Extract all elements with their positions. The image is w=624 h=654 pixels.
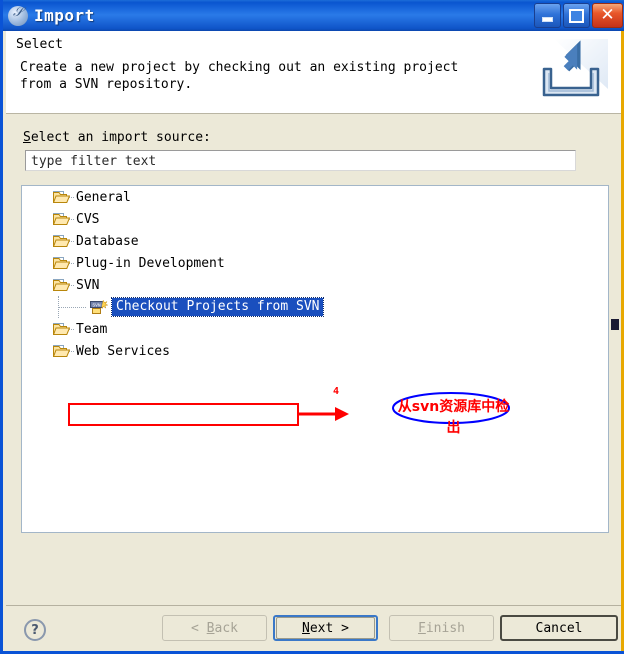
page-title: Select — [16, 37, 63, 52]
eclipse-icon — [8, 5, 28, 26]
minimize-icon — [542, 16, 553, 22]
wizard-footer: ? < Back Next > Finish Cancel — [6, 607, 624, 654]
import-wizard-icon — [534, 39, 608, 105]
wizard-header: Select Create a new project by checking … — [6, 31, 624, 114]
tree-item-cvs[interactable]: +CVS — [22, 208, 608, 230]
tree-item-database[interactable]: +Database — [22, 230, 608, 252]
cancel-button-label: Cancel — [535, 620, 583, 636]
svn-checkout-icon: SVN — [90, 299, 109, 315]
tree-item-plug-in-development[interactable]: +Plug-in Development — [22, 252, 608, 274]
tree-item-label: Plug-in Development — [76, 255, 225, 271]
back-button-label: < Back — [191, 620, 238, 636]
import-source-label-accel: S — [23, 130, 31, 145]
tree-item-checkout-projects-from-svn[interactable]: SVN Checkout Projects from SVN — [22, 296, 608, 318]
back-button[interactable]: < Back — [162, 615, 267, 641]
import-source-tree[interactable]: +General+CVS+Database+Plug-in Developmen… — [21, 185, 609, 533]
folder-icon — [53, 278, 70, 292]
import-dialog: Import ✕ Select Create a new project by … — [0, 0, 624, 654]
folder-icon — [53, 234, 70, 248]
title-bar: Import ✕ — [3, 0, 624, 31]
tree-item-label: Database — [76, 233, 139, 249]
import-source-label-rest: elect an import source: — [30, 130, 211, 145]
folder-icon — [53, 190, 70, 204]
cancel-button[interactable]: Cancel — [500, 615, 618, 641]
tree-item-label: Team — [76, 321, 108, 337]
tree-item-label: General — [76, 189, 131, 205]
help-button[interactable]: ? — [24, 619, 46, 641]
tree-item-label: SVN — [76, 277, 100, 293]
filter-input[interactable] — [25, 150, 576, 171]
tree-item-svn[interactable]: -SVN — [22, 274, 608, 296]
wizard-body: Select an import source: +General+CVS+Da… — [6, 114, 624, 605]
tree-item-label: CVS — [76, 211, 100, 227]
window-title: Import — [34, 6, 95, 25]
svg-text:SVN: SVN — [92, 302, 101, 308]
folder-icon — [53, 256, 70, 270]
close-icon: ✕ — [600, 4, 615, 25]
tree-item-web-services[interactable]: +Web Services — [22, 340, 608, 362]
folder-icon — [53, 322, 70, 336]
next-button[interactable]: Next > — [273, 615, 378, 641]
finish-button-label: Finish — [418, 620, 465, 636]
tree-item-label: Checkout Projects from SVN — [111, 297, 324, 317]
edge-artifact — [611, 319, 619, 330]
folder-icon — [53, 344, 70, 358]
import-source-label: Select an import source: — [23, 130, 211, 145]
next-button-label: Next > — [302, 620, 349, 636]
finish-button[interactable]: Finish — [389, 615, 494, 641]
maximize-button[interactable] — [563, 3, 590, 28]
tree-item-team[interactable]: +Team — [22, 318, 608, 340]
close-button[interactable]: ✕ — [592, 3, 623, 28]
minimize-button[interactable] — [534, 3, 561, 28]
folder-icon — [53, 212, 70, 226]
tree-item-label: Web Services — [76, 343, 170, 359]
tree-connector — [58, 307, 86, 308]
window-controls: ✕ — [534, 3, 623, 28]
page-description: Create a new project by checking out an … — [20, 60, 459, 92]
next-button-inner: Next > — [276, 617, 375, 639]
tree-item-general[interactable]: +General — [22, 186, 608, 208]
maximize-icon — [569, 8, 584, 23]
